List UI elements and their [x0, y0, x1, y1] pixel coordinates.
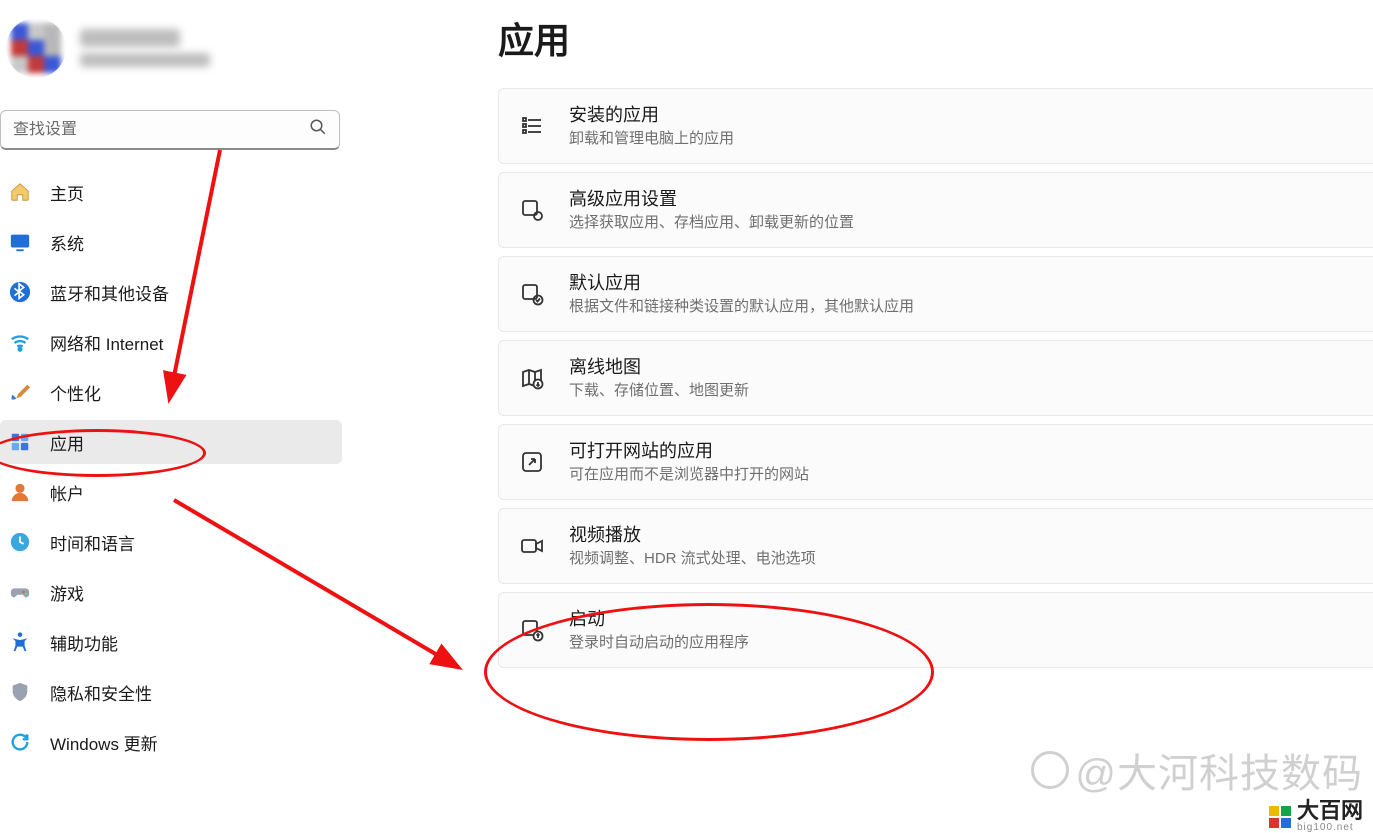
card-title: 默认应用: [569, 271, 914, 296]
wifi-icon: [6, 328, 34, 356]
card-title: 高级应用设置: [569, 187, 854, 212]
bluetooth-icon: [6, 278, 34, 306]
nav-label: 主页: [50, 180, 84, 205]
card-title: 视频播放: [569, 523, 816, 548]
nav-label: 帐户: [50, 480, 84, 505]
app-arrow-icon: [519, 449, 545, 475]
sidebar: 主页 系统 蓝牙和其他设备 网络和 Internet 个性化: [0, 0, 342, 833]
map-download-icon: [519, 365, 545, 391]
nav-label: 系统: [50, 230, 84, 255]
nav-item-system[interactable]: 系统: [0, 220, 342, 264]
nav-list: 主页 系统 蓝牙和其他设备 网络和 Internet 个性化: [0, 170, 342, 770]
watermark: @大河科技数码: [1031, 741, 1363, 799]
card-offline-maps[interactable]: 离线地图 下载、存储位置、地图更新: [498, 340, 1373, 416]
card-title: 启动: [569, 607, 749, 632]
card-video-playback[interactable]: 视频播放 视频调整、HDR 流式处理、电池选项: [498, 508, 1373, 584]
logo-blocks-icon: [1269, 806, 1291, 828]
nav-label: 辅助功能: [50, 630, 118, 655]
main-content: 应用 安装的应用 卸载和管理电脑上的应用 高级应用设置 选择获取应用、存档应用、…: [498, 0, 1373, 833]
nav-label: 蓝牙和其他设备: [50, 280, 169, 305]
page-title: 应用: [498, 0, 1373, 88]
accessibility-icon: [6, 628, 34, 656]
card-desc: 视频调整、HDR 流式处理、电池选项: [569, 548, 816, 569]
profile-text: [80, 29, 210, 67]
user-profile[interactable]: [0, 0, 342, 80]
card-title: 安装的应用: [569, 103, 734, 128]
nav-item-network[interactable]: 网络和 Internet: [0, 320, 342, 364]
card-title: 可打开网站的应用: [569, 439, 809, 464]
nav-label: 时间和语言: [50, 530, 135, 555]
card-title: 离线地图: [569, 355, 749, 380]
card-advanced-app-settings[interactable]: 高级应用设置 选择获取应用、存档应用、卸载更新的位置: [498, 172, 1373, 248]
nav-label: 个性化: [50, 380, 101, 405]
person-icon: [6, 478, 34, 506]
search-input[interactable]: [13, 121, 309, 139]
card-desc: 卸载和管理电脑上的应用: [569, 128, 734, 149]
nav-item-windows-update[interactable]: Windows 更新: [0, 720, 342, 764]
settings-cards: 安装的应用 卸载和管理电脑上的应用 高级应用设置 选择获取应用、存档应用、卸载更…: [498, 88, 1373, 668]
video-icon: [519, 533, 545, 559]
list-icon: [519, 113, 545, 139]
site-domain: big100.net: [1297, 822, 1363, 833]
card-desc: 选择获取应用、存档应用、卸载更新的位置: [569, 212, 854, 233]
system-icon: [6, 228, 34, 256]
site-logo: 大百网 big100.net: [1269, 800, 1363, 833]
startup-icon: [519, 617, 545, 643]
clock-globe-icon: [6, 528, 34, 556]
nav-item-gaming[interactable]: 游戏: [0, 570, 342, 614]
card-desc: 可在应用而不是浏览器中打开的网站: [569, 464, 809, 485]
card-startup[interactable]: 启动 登录时自动启动的应用程序: [498, 592, 1373, 668]
nav-label: 隐私和安全性: [50, 680, 152, 705]
update-icon: [6, 728, 34, 756]
nav-item-personalization[interactable]: 个性化: [0, 370, 342, 414]
card-desc: 根据文件和链接种类设置的默认应用，其他默认应用: [569, 296, 914, 317]
search-box[interactable]: [0, 110, 340, 150]
nav-item-apps[interactable]: 应用: [0, 420, 342, 464]
brush-icon: [6, 378, 34, 406]
app-gear-icon: [519, 197, 545, 223]
nav-item-privacy[interactable]: 隐私和安全性: [0, 670, 342, 714]
nav-item-home[interactable]: 主页: [0, 170, 342, 214]
nav-item-accessibility[interactable]: 辅助功能: [0, 620, 342, 664]
nav-label: 应用: [50, 430, 84, 455]
home-icon: [6, 178, 34, 206]
nav-item-time-language[interactable]: 时间和语言: [0, 520, 342, 564]
site-name: 大百网: [1297, 800, 1363, 822]
card-desc: 下载、存储位置、地图更新: [569, 380, 749, 401]
nav-label: Windows 更新: [50, 730, 158, 755]
card-desc: 登录时自动启动的应用程序: [569, 632, 749, 653]
card-installed-apps[interactable]: 安装的应用 卸载和管理电脑上的应用: [498, 88, 1373, 164]
nav-label: 网络和 Internet: [50, 330, 163, 355]
paw-icon: [1031, 751, 1069, 789]
card-default-apps[interactable]: 默认应用 根据文件和链接种类设置的默认应用，其他默认应用: [498, 256, 1373, 332]
search-icon: [309, 118, 327, 141]
app-check-icon: [519, 281, 545, 307]
nav-item-bluetooth[interactable]: 蓝牙和其他设备: [0, 270, 342, 314]
nav-label: 游戏: [50, 580, 84, 605]
card-apps-for-websites[interactable]: 可打开网站的应用 可在应用而不是浏览器中打开的网站: [498, 424, 1373, 500]
avatar: [6, 18, 66, 78]
apps-icon: [6, 428, 34, 456]
watermark-text: @大河科技数码: [1075, 741, 1363, 799]
gamepad-icon: [6, 578, 34, 606]
shield-icon: [6, 678, 34, 706]
nav-item-accounts[interactable]: 帐户: [0, 470, 342, 514]
